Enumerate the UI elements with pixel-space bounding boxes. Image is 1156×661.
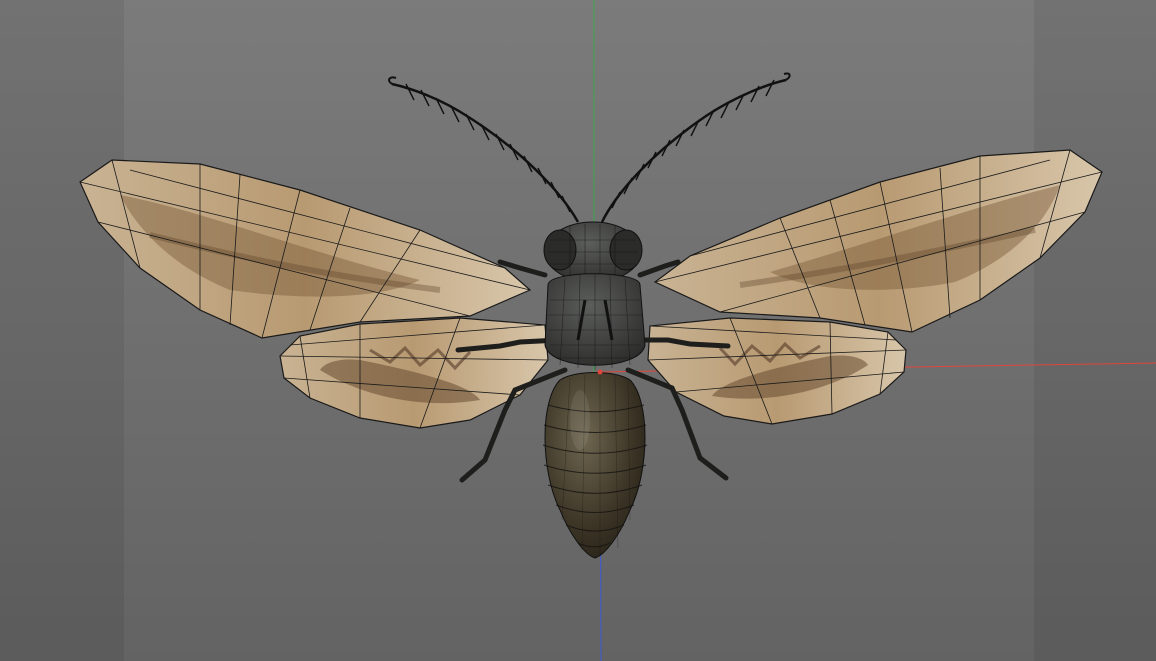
right-antenna[interactable] (600, 72, 791, 223)
right-forewing[interactable] (653, 149, 1103, 333)
3d-viewport[interactable] (0, 0, 1156, 661)
right-hindwing[interactable] (647, 317, 907, 425)
moth-head[interactable] (543, 221, 643, 283)
scene-render[interactable] (0, 0, 1156, 661)
left-hindwing[interactable] (279, 317, 549, 429)
moth-thorax[interactable] (544, 273, 646, 370)
moth-abdomen[interactable] (542, 372, 648, 559)
left-forewing[interactable] (79, 159, 532, 339)
left-antenna[interactable] (388, 76, 580, 223)
world-origin-icon (597, 369, 603, 375)
